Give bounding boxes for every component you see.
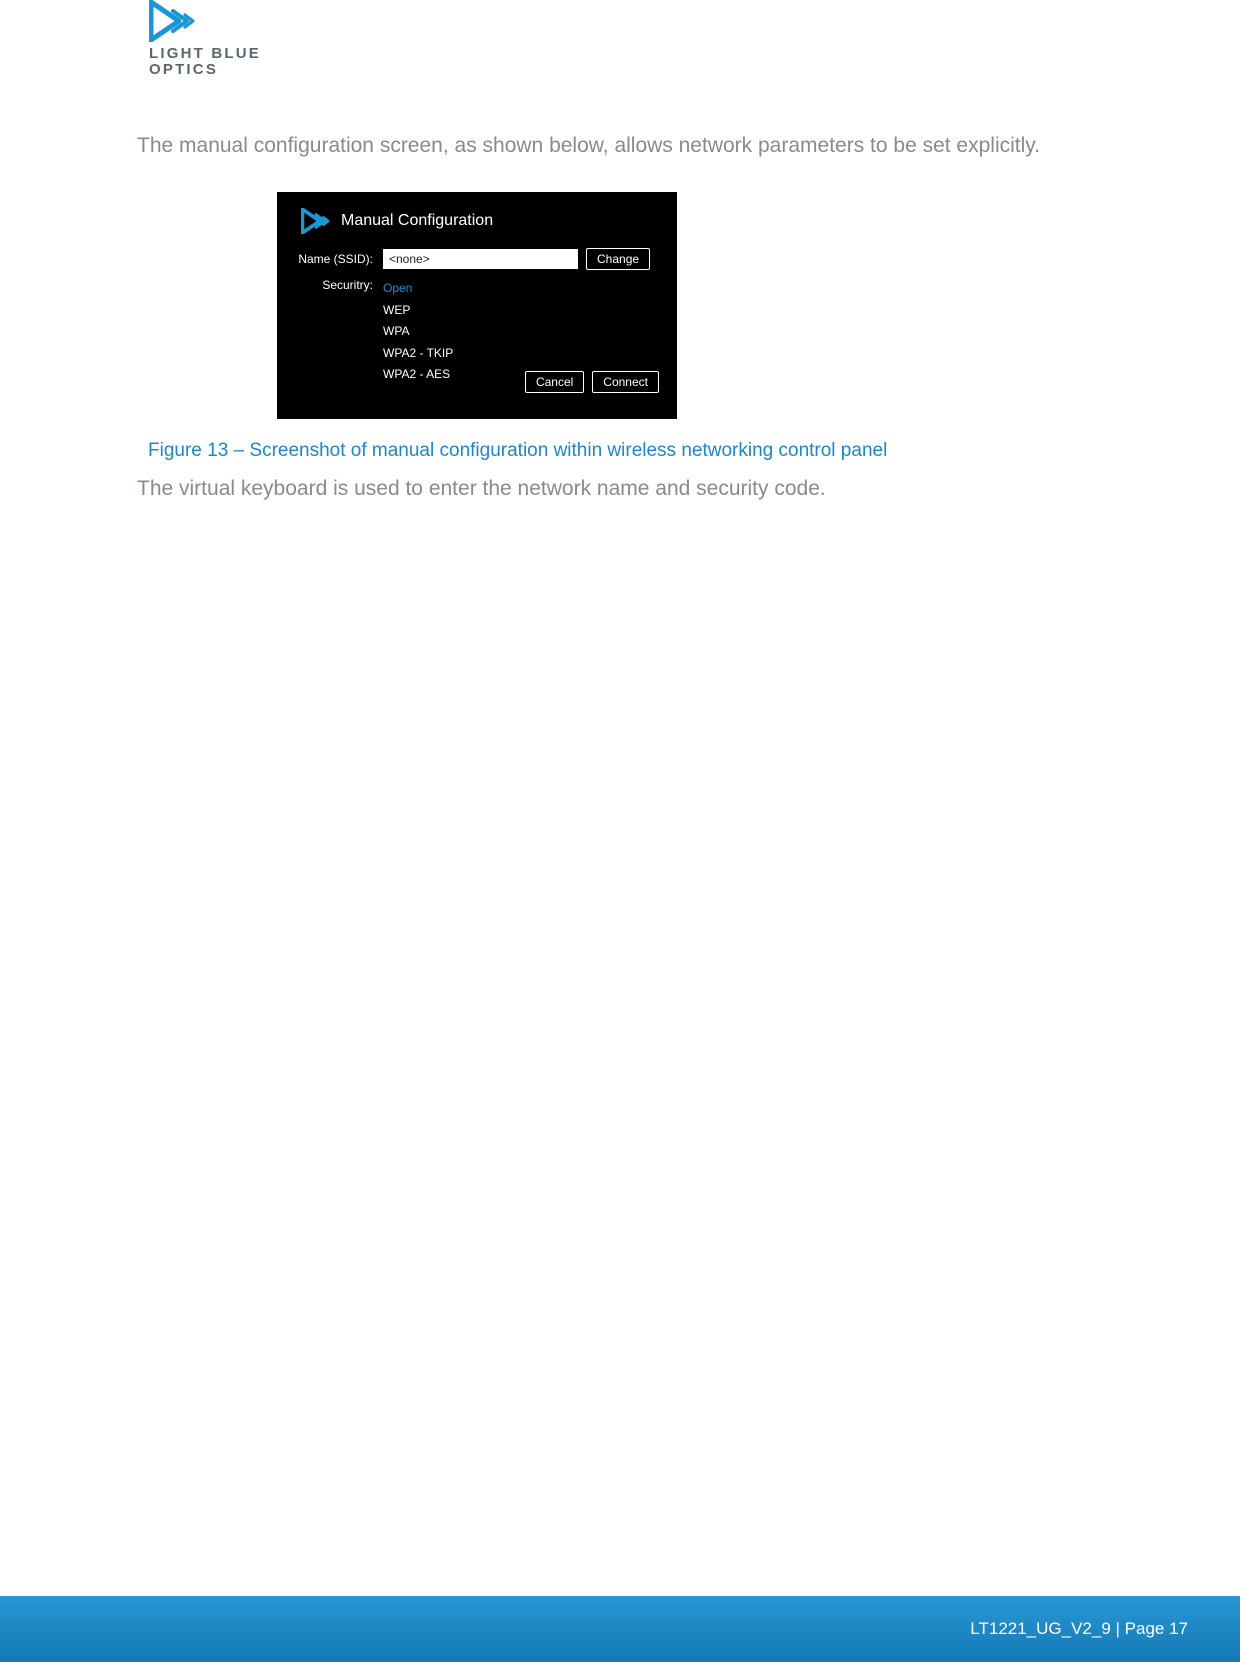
ssid-label: Name (SSID): [295,252,383,266]
security-options: Open WEP WPA WPA2 - TKIP WPA2 - AES [383,278,453,386]
security-label: Securitry: [295,278,383,292]
play-chevron-icon [301,208,331,234]
ssid-row: Name (SSID): <none> Change [295,248,659,270]
security-option[interactable]: Open [383,278,453,300]
change-button[interactable]: Change [586,248,650,270]
security-option[interactable]: WPA [383,321,453,343]
panel-form: Name (SSID): <none> Change Securitry: Op… [277,248,677,386]
intro-paragraph: The manual configuration screen, as show… [137,132,1107,160]
page-footer: LT1221_UG_V2_9 | Page 17 [0,1596,1240,1662]
figure-caption: Figure 13 – Screenshot of manual configu… [148,440,1108,462]
document-page: LIGHT BLUE OPTICS The manual configurati… [0,0,1240,1662]
brand-wordmark: LIGHT BLUE OPTICS [149,46,261,78]
security-row: Securitry: Open WEP WPA WPA2 - TKIP WPA2… [295,278,659,386]
brand-logo: LIGHT BLUE OPTICS [149,0,261,78]
footer-text: LT1221_UG_V2_9 | Page 17 [970,1619,1188,1639]
ssid-input[interactable]: <none> [383,249,578,269]
panel-actions: Cancel Connect [525,371,659,393]
followup-paragraph: The virtual keyboard is used to enter th… [137,475,1107,503]
cancel-button[interactable]: Cancel [525,371,584,393]
security-option[interactable]: WPA2 - TKIP [383,343,453,365]
play-chevron-icon [149,0,197,42]
security-option[interactable]: WEP [383,300,453,322]
security-option[interactable]: WPA2 - AES [383,364,453,386]
brand-line-1: LIGHT BLUE [149,46,261,62]
manual-config-panel: Manual Configuration Name (SSID): <none>… [277,192,677,419]
panel-title: Manual Configuration [341,212,493,230]
panel-header: Manual Configuration [277,192,677,248]
connect-button[interactable]: Connect [592,371,659,393]
brand-line-2: OPTICS [149,62,261,78]
